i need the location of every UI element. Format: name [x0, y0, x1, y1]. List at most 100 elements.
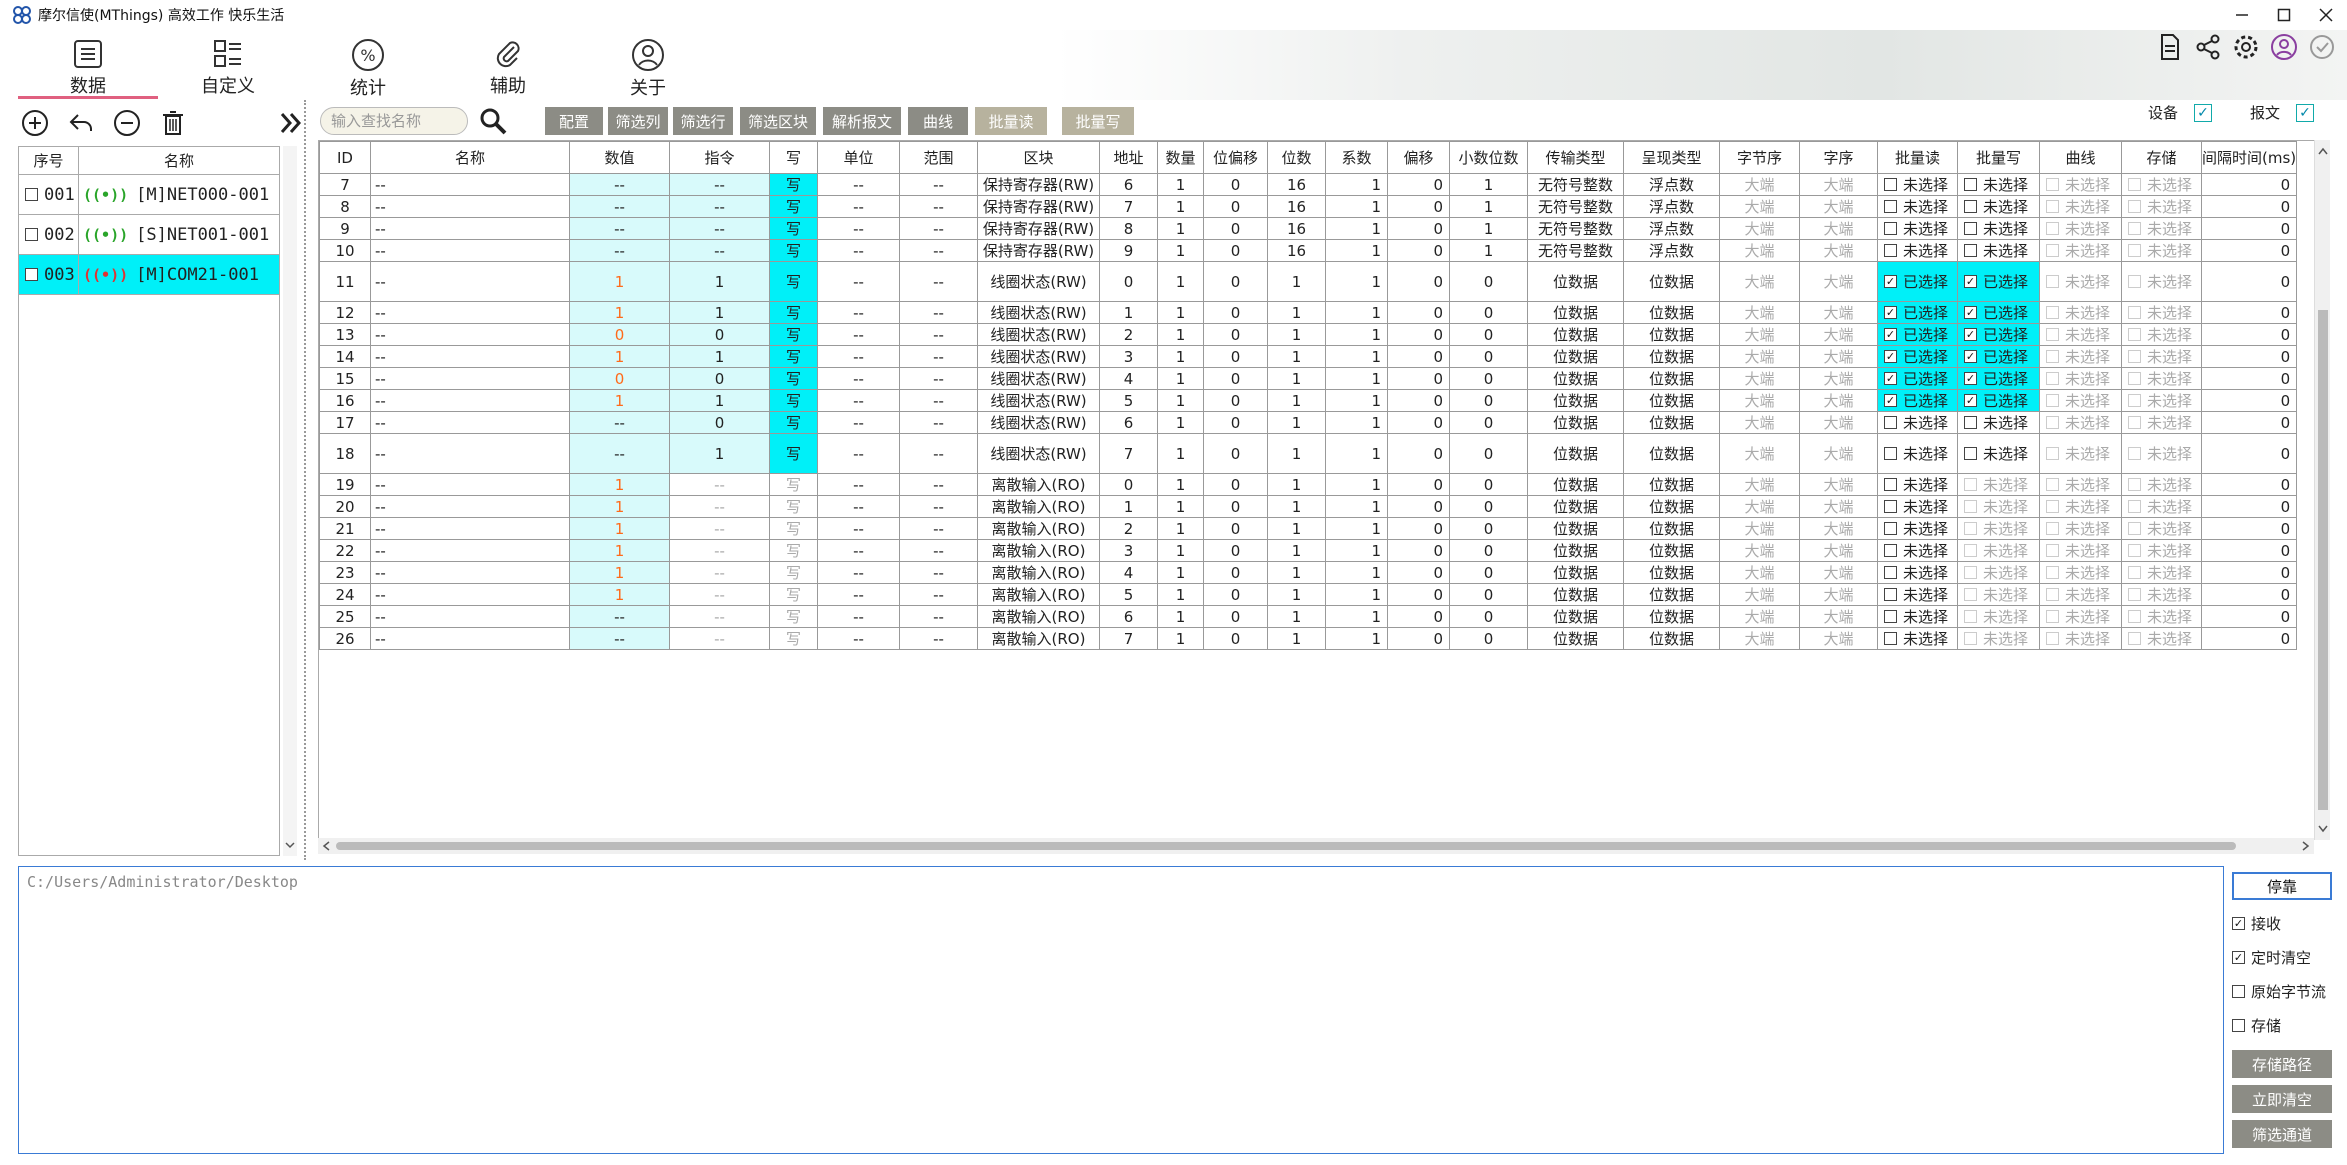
cell-store[interactable]: 未选择	[2121, 539, 2202, 562]
table-row[interactable]: 13 -- 0 0 写 -- -- 线圈状态(RW) 2 1 0 1 1 0 0 位数据 位数据 大端 大端 ✓ 已选择…	[319, 323, 2298, 346]
cell-quantity[interactable]: 1	[1157, 173, 1204, 196]
cell-name[interactable]: --	[370, 605, 570, 628]
device-checkbox[interactable]	[25, 228, 38, 241]
cell-coefficient[interactable]: 1	[1325, 195, 1388, 218]
cell-write[interactable]: 写	[769, 495, 818, 518]
cell-present-type[interactable]: 位数据	[1623, 367, 1720, 390]
filter-channel-button[interactable]: 筛选通道	[2232, 1120, 2332, 1148]
cell-decimals[interactable]: 0	[1449, 433, 1528, 474]
device-row-selected[interactable]: 003 ((•)) [M]COM21-001	[19, 255, 279, 295]
cell-offset[interactable]: 0	[1387, 583, 1450, 606]
cell-bit-offset[interactable]: 0	[1203, 627, 1268, 650]
share-icon[interactable]	[2193, 32, 2223, 62]
nav-about[interactable]: 关于	[598, 38, 698, 99]
cell-curve[interactable]: 未选择	[2039, 495, 2122, 518]
cell-store[interactable]: 未选择	[2121, 217, 2202, 240]
cell-batch-write[interactable]: 未选择	[1957, 605, 2040, 628]
cell-name[interactable]: --	[370, 473, 570, 496]
cell-batch-write[interactable]: 未选择	[1957, 411, 2040, 434]
cell-bits[interactable]: 1	[1267, 345, 1326, 368]
cell-bit-offset[interactable]: 0	[1203, 367, 1268, 390]
maximize-button[interactable]	[2263, 0, 2305, 30]
cell-unit[interactable]: --	[817, 495, 900, 518]
column-header[interactable]: 传输类型	[1527, 141, 1624, 174]
cell-byte-order[interactable]: 大端	[1719, 173, 1800, 196]
cell-batch-write[interactable]: 未选择	[1957, 239, 2040, 262]
cell-batch-read[interactable]: 未选择	[1877, 217, 1958, 240]
cell-offset[interactable]: 0	[1387, 261, 1450, 302]
cell-curve-checkbox[interactable]	[2046, 632, 2059, 645]
cell-batch-write[interactable]: ✓ 已选择	[1957, 323, 2040, 346]
cell-byte-order[interactable]: 大端	[1719, 433, 1800, 474]
cell-range[interactable]: --	[899, 495, 978, 518]
cell-batch-read[interactable]: 未选择	[1877, 517, 1958, 540]
cell-name[interactable]: --	[370, 627, 570, 650]
cell-store-checkbox[interactable]	[2128, 588, 2141, 601]
cell-value[interactable]: 1	[569, 261, 670, 302]
cell-batch-write[interactable]: ✓ 已选择	[1957, 367, 2040, 390]
column-header[interactable]: 位数	[1267, 141, 1326, 174]
cell-coefficient[interactable]: 1	[1325, 173, 1388, 196]
cell-present-type[interactable]: 浮点数	[1623, 195, 1720, 218]
cell-range[interactable]: --	[899, 261, 978, 302]
cell-command[interactable]: --	[669, 517, 770, 540]
cell-transfer-type[interactable]: 位数据	[1527, 433, 1624, 474]
cell-value[interactable]: 1	[569, 345, 670, 368]
cell-curve[interactable]: 未选择	[2039, 301, 2122, 324]
cell-curve-checkbox[interactable]	[2046, 478, 2059, 491]
cell-id[interactable]: 7	[319, 173, 371, 196]
cell-quantity[interactable]: 1	[1157, 367, 1204, 390]
column-header[interactable]: 间隔时间(ms)	[2200, 141, 2298, 174]
cell-transfer-type[interactable]: 位数据	[1527, 473, 1624, 496]
cell-word-order[interactable]: 大端	[1799, 495, 1878, 518]
cell-address[interactable]: 3	[1099, 539, 1158, 562]
cell-store-checkbox[interactable]	[2128, 178, 2141, 191]
cell-address[interactable]: 5	[1099, 583, 1158, 606]
minimize-button[interactable]	[2221, 0, 2263, 30]
cell-store[interactable]: 未选择	[2121, 239, 2202, 262]
cell-block[interactable]: 保持寄存器(RW)	[977, 239, 1100, 262]
cell-coefficient[interactable]: 1	[1325, 583, 1388, 606]
cell-command[interactable]: --	[669, 627, 770, 650]
cell-quantity[interactable]: 1	[1157, 345, 1204, 368]
cell-value[interactable]: --	[569, 239, 670, 262]
cell-command[interactable]: 1	[669, 301, 770, 324]
cell-batch-write[interactable]: 未选择	[1957, 173, 2040, 196]
cell-unit[interactable]: --	[817, 583, 900, 606]
cell-quantity[interactable]: 1	[1157, 217, 1204, 240]
cell-address[interactable]: 6	[1099, 605, 1158, 628]
cell-quantity[interactable]: 1	[1157, 195, 1204, 218]
cell-id[interactable]: 15	[319, 367, 371, 390]
cell-command[interactable]: --	[669, 495, 770, 518]
cell-batch-write[interactable]: 未选择	[1957, 539, 2040, 562]
cell-quantity[interactable]: 1	[1157, 389, 1204, 412]
cell-byte-order[interactable]: 大端	[1719, 517, 1800, 540]
cell-batch-write-checkbox[interactable]	[1964, 544, 1977, 557]
cell-id[interactable]: 8	[319, 195, 371, 218]
cell-command[interactable]: --	[669, 583, 770, 606]
column-header[interactable]: 指令	[669, 141, 770, 174]
cell-unit[interactable]: --	[817, 345, 900, 368]
cell-curve[interactable]: 未选择	[2039, 583, 2122, 606]
cell-curve[interactable]: 未选择	[2039, 367, 2122, 390]
cell-word-order[interactable]: 大端	[1799, 301, 1878, 324]
cell-store-checkbox[interactable]	[2128, 566, 2141, 579]
receive-toggle[interactable]: ✓ 接收	[2232, 906, 2342, 940]
cell-interval[interactable]: 0	[2200, 605, 2298, 628]
cell-command[interactable]: 1	[669, 433, 770, 474]
cell-store-checkbox[interactable]	[2128, 394, 2141, 407]
cell-word-order[interactable]: 大端	[1799, 473, 1878, 496]
cell-bits[interactable]: 1	[1267, 433, 1326, 474]
cell-bit-offset[interactable]: 0	[1203, 517, 1268, 540]
cell-word-order[interactable]: 大端	[1799, 239, 1878, 262]
cell-batch-write[interactable]: 未选择	[1957, 627, 2040, 650]
column-header[interactable]: 呈现类型	[1623, 141, 1720, 174]
table-horizontal-scrollbar[interactable]	[318, 838, 2314, 854]
cell-bit-offset[interactable]: 0	[1203, 345, 1268, 368]
cell-block[interactable]: 离散输入(RO)	[977, 495, 1100, 518]
table-row[interactable]: 11 -- 1 1 写 -- -- 线圈状态(RW) 0 1 0 1 1 0 0 位数据 位数据 大端 大端 ✓ 已选择…	[319, 261, 2298, 302]
cell-byte-order[interactable]: 大端	[1719, 605, 1800, 628]
cell-bits[interactable]: 16	[1267, 195, 1326, 218]
cell-write[interactable]: 写	[769, 195, 818, 218]
cell-write[interactable]: 写	[769, 389, 818, 412]
